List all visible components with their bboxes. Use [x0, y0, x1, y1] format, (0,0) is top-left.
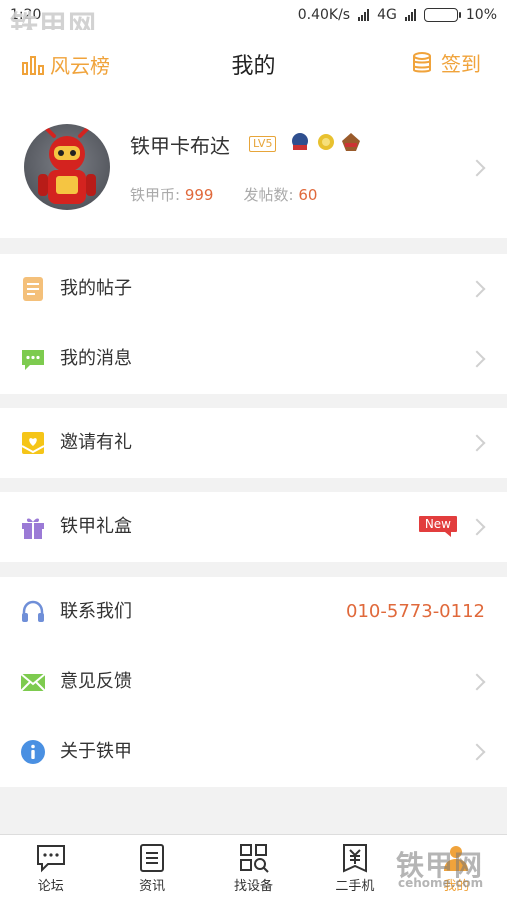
- chevron-right-icon: [468, 743, 486, 761]
- tab-label: 二手机: [335, 879, 375, 894]
- gift-box-icon: [22, 518, 44, 539]
- message-icon: [22, 350, 44, 370]
- price-tag-icon: [342, 844, 367, 873]
- menu-item-invite[interactable]: 邀请有礼: [0, 408, 507, 478]
- checkin-label: 签到: [441, 52, 481, 76]
- status-indicators: 0.40K/s 4G 10%: [298, 7, 497, 23]
- tab-label: 论坛: [37, 879, 64, 894]
- menu-label: 铁甲礼盒: [60, 516, 132, 537]
- coins-value: 999: [184, 186, 214, 204]
- profile-stats: 铁甲币: 999 发帖数: 60: [130, 184, 317, 205]
- posts-stat: 发帖数: 60: [243, 184, 317, 205]
- chevron-right-icon: [468, 518, 486, 536]
- grid-search-icon: [239, 844, 269, 873]
- menu-group-gift: 铁甲礼盒 New: [0, 492, 507, 562]
- chevron-right-icon: [468, 280, 486, 298]
- network-speed: 0.40K/s: [297, 7, 351, 23]
- news-icon: [140, 844, 165, 872]
- headphones-icon: [22, 600, 44, 622]
- menu-group-invite: 邀请有礼: [0, 408, 507, 478]
- menu-item-gift-box[interactable]: 铁甲礼盒 New: [0, 492, 507, 562]
- menu-item-about[interactable]: 关于铁甲: [0, 717, 507, 787]
- level-badge: LV5: [249, 136, 277, 152]
- chevron-right-icon: [468, 350, 486, 368]
- menu-label: 意见反馈: [60, 671, 132, 692]
- menu-item-feedback[interactable]: 意见反馈: [0, 647, 507, 717]
- battery-icon: [423, 8, 461, 22]
- robot-avatar-icon: [38, 126, 96, 204]
- chevron-right-icon: [468, 434, 486, 452]
- tab-forum[interactable]: 论坛: [0, 835, 101, 900]
- tab-find-equipment[interactable]: 找设备: [203, 835, 304, 900]
- new-badge: New: [418, 516, 457, 537]
- forum-icon: [36, 845, 65, 873]
- header: 风云榜 我的 签到: [0, 30, 507, 96]
- username: 铁甲卡布达: [130, 134, 230, 158]
- posts-label: 发帖数:: [243, 186, 294, 204]
- gold-medal-icon: [318, 134, 334, 150]
- menu-group-content: 我的帖子 我的消息: [0, 254, 507, 394]
- document-icon: [23, 277, 43, 301]
- menu-item-my-posts[interactable]: 我的帖子: [0, 254, 507, 324]
- coins-label: 铁甲币:: [130, 186, 181, 204]
- menu-label: 邀请有礼: [60, 432, 132, 453]
- battery-percent: 10%: [465, 7, 497, 23]
- menu-item-my-messages[interactable]: 我的消息: [0, 324, 507, 394]
- tab-news[interactable]: 资讯: [101, 835, 202, 900]
- tab-label: 找设备: [234, 879, 274, 894]
- menu-label: 联系我们: [60, 601, 132, 622]
- avatar[interactable]: [24, 124, 110, 210]
- checkin-button[interactable]: 签到: [413, 48, 481, 77]
- menu-label: 关于铁甲: [60, 741, 132, 762]
- vip-medal-icon: [292, 133, 308, 150]
- posts-value: 60: [298, 186, 318, 204]
- v2-medal-icon: [342, 133, 360, 151]
- profile-card[interactable]: 铁甲卡布达 LV5 铁甲币: 999 发帖数: 60: [0, 96, 507, 238]
- watermark-domain-bottom: cehome.com: [398, 876, 484, 890]
- phone-number[interactable]: 010-5773-0112: [346, 577, 485, 647]
- menu-label: 我的消息: [60, 348, 132, 369]
- coins-icon: [413, 51, 431, 72]
- menu-item-contact[interactable]: 联系我们 010-5773-0112: [0, 577, 507, 647]
- chevron-right-icon: [468, 159, 486, 177]
- info-icon: [21, 740, 45, 764]
- signal-icon-2: [404, 9, 416, 21]
- coins-stat: 铁甲币: 999: [130, 184, 213, 205]
- menu-label: 我的帖子: [60, 278, 132, 299]
- mail-icon: [20, 673, 46, 692]
- invite-gift-icon: [21, 432, 45, 454]
- tab-used-machines[interactable]: 二手机: [304, 835, 405, 900]
- signal-icon: [358, 9, 370, 21]
- chevron-right-icon: [468, 673, 486, 691]
- tab-label: 资讯: [139, 879, 166, 894]
- network-type: 4G: [377, 7, 397, 23]
- menu-group-support: 联系我们 010-5773-0112 意见反馈 关于铁甲: [0, 577, 507, 787]
